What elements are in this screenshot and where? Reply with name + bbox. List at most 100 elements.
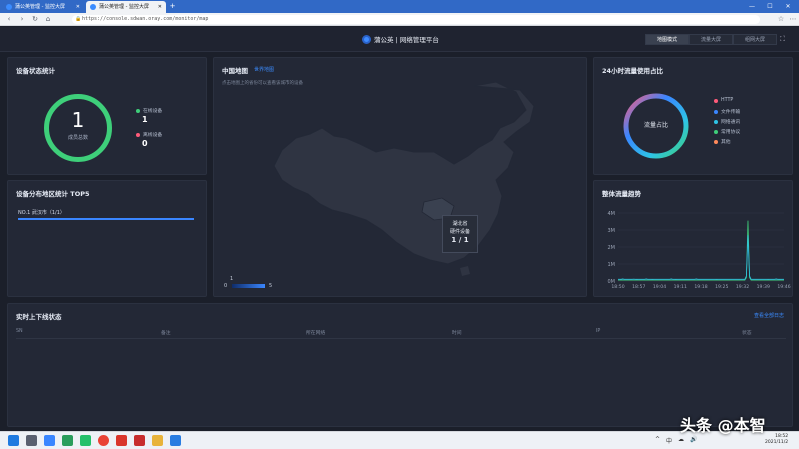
x-tick-label: 19:32 [736,284,749,290]
device-status-panel: 设备状态统计 1 成员总数 在线设备 1 离线设备 0 [7,57,207,175]
scale-top-label: 1 [230,276,234,282]
lock-icon: 🔒 [75,16,82,22]
reload-icon[interactable]: ↻ [30,13,40,26]
tab-favicon-icon [6,4,12,10]
online-dot-icon [136,108,140,113]
traffic-legend-item[interactable]: 网络通讯 [714,118,740,125]
menu-icon[interactable]: ⋯ [788,13,798,26]
traffic-legend-item[interactable]: 常用协议 [714,128,740,135]
close-window-button[interactable]: ✕ [780,0,796,13]
traffic-legend-item[interactable]: HTTP [714,98,733,103]
browser-tab-1[interactable]: 蒲公英管理 - 监控大屏 ✕ [2,1,84,13]
table-header: SN 备注 所在网络 时间 IP 状态 [16,329,786,339]
favorites-icon[interactable]: ☆ [776,13,786,26]
legend-offline: 离线设备 [136,131,162,138]
browser-tab-bar: 蒲公英管理 - 监控大屏 ✕ 蒲公英管理 - 监控大屏 ✕ + — ☐ ✕ [0,0,799,13]
y-tick-label: 2M [608,245,616,251]
maximize-button[interactable]: ☐ [762,0,778,13]
close-tab-icon[interactable]: ✕ [76,1,80,13]
x-tick-label: 19:39 [757,284,770,290]
mode-traffic-button[interactable]: 流量大屏 [689,34,733,45]
wechat-icon[interactable] [80,435,91,446]
map-panel: 中国地图 世界地图 点击地图上的省份可以查看该城市的设备 湖北省 硬件设备 1 … [213,57,587,297]
mode-network-button[interactable]: 组网大屏 [733,34,777,45]
map-island [460,266,470,276]
mode-map-button[interactable]: 地图模式 [645,34,689,45]
view-all-logs-link[interactable]: 查看全部日志 [754,312,784,319]
input-method-icon[interactable]: 中 [666,436,672,445]
col-network: 所在网络 [306,331,326,336]
y-tick-label: 3M [608,228,616,234]
chrome-icon[interactable] [98,435,109,446]
online-status-panel: 实时上下线状态 查看全部日志 SN 备注 所在网络 时间 IP 状态 [7,303,793,427]
china-map[interactable] [264,78,544,278]
app-icon[interactable] [44,435,55,446]
edge-icon[interactable] [170,435,181,446]
legend-dot-icon [714,109,718,114]
offline-count: 0 [142,139,148,148]
tab-title: 蒲公英管理 - 监控大屏 [99,4,149,10]
back-icon[interactable]: ‹ [4,13,14,26]
col-sn: SN [16,329,23,334]
panel-title: 中国地图 [222,67,248,75]
panel-title: 设备分布地区统计 TOP5 [16,190,90,198]
traffic-share-panel: 24小时流量使用占比 流量占比 HTTP 文件传输 网络通讯 常用协议 其他 [593,57,793,175]
calculator-icon[interactable] [62,435,73,446]
url-text: https://console.sdwan.oray.com/monitor/m… [82,16,209,22]
trend-series-line-0[interactable] [618,220,784,281]
world-map-link[interactable]: 世界地图 [254,66,274,73]
app-icon[interactable] [134,435,145,446]
watermark: 头条 @本智 [680,416,766,435]
legend-label: 常用协议 [721,130,741,135]
logo-icon [362,34,371,44]
wps-icon[interactable] [116,435,127,446]
file-explorer-icon[interactable] [26,435,37,446]
brand-name: 蒲公英 | 网络管理平台 [374,36,439,44]
panel-title: 整体流量趋势 [602,190,641,198]
region-progress-bar [18,218,194,220]
address-bar[interactable]: 🔒 https://console.sdwan.oray.com/monitor… [72,15,760,24]
cloud-icon[interactable]: ☁ [678,436,684,445]
folder-icon[interactable] [152,435,163,446]
home-icon[interactable]: ⌂ [43,13,53,26]
legend-label: 网络通讯 [721,120,741,125]
region-top5-panel: 设备分布地区统计 TOP5 NO.1 武汉市（1/1） [7,180,207,297]
traffic-legend-item[interactable]: 文件传输 [714,108,740,115]
scale-gradient[interactable] [232,284,265,288]
tray-chevron-icon[interactable]: ^ [655,436,660,445]
panel-title: 24小时流量使用占比 [602,67,664,75]
col-ip: IP [596,329,601,334]
map-tooltip: 湖北省 硬件设备 1 / 1 [442,215,478,253]
minimize-button[interactable]: — [744,0,760,13]
close-tab-icon[interactable]: ✕ [158,1,162,13]
col-time: 时间 [452,331,462,336]
traffic-trend-panel: 整体流量趋势 0M 1M 2M 3M 4M 18:50 18:57 19:04 19:11 19:… [593,180,793,297]
y-tick-label: 0M [608,279,616,285]
tab-title: 蒲公英管理 - 监控大屏 [15,4,65,10]
y-tick-label: 4M [608,211,616,217]
total-label: 成员总数 [67,135,88,141]
legend-dot-icon [714,119,718,124]
scale-max-label: 5 [269,283,273,289]
clock[interactable]: 18:52 2021/11/2 [765,434,788,446]
x-tick-label: 18:57 [632,284,645,290]
x-tick-label: 19:46 [777,284,790,290]
trend-series-line-1[interactable] [618,235,784,280]
volume-icon[interactable]: 🔊 [690,436,697,445]
forward-icon[interactable]: › [17,13,27,26]
region-row: NO.1 武汉市（1/1） [18,210,65,216]
browser-tab-2[interactable]: 蒲公英管理 - 监控大屏 ✕ [86,1,166,13]
new-tab-button[interactable]: + [168,2,177,11]
offline-dot-icon [136,132,140,137]
fullscreen-icon[interactable]: ⛶ [780,35,785,44]
start-icon[interactable] [8,435,19,446]
trend-chart[interactable]: 0M 1M 2M 3M 4M 18:50 18:57 19:04 19:11 19:18 19:25… [594,199,794,297]
tab-favicon-icon [90,4,96,10]
legend-label: 文件传输 [721,110,741,115]
mode-switcher: 地图模式 流量大屏 组网大屏 [645,34,777,45]
col-note: 备注 [161,331,171,336]
traffic-legend-item[interactable]: 其他 [714,138,731,145]
total-count: 1 [71,108,85,132]
y-tick-label: 1M [608,262,616,268]
legend-label: 其他 [721,140,731,145]
